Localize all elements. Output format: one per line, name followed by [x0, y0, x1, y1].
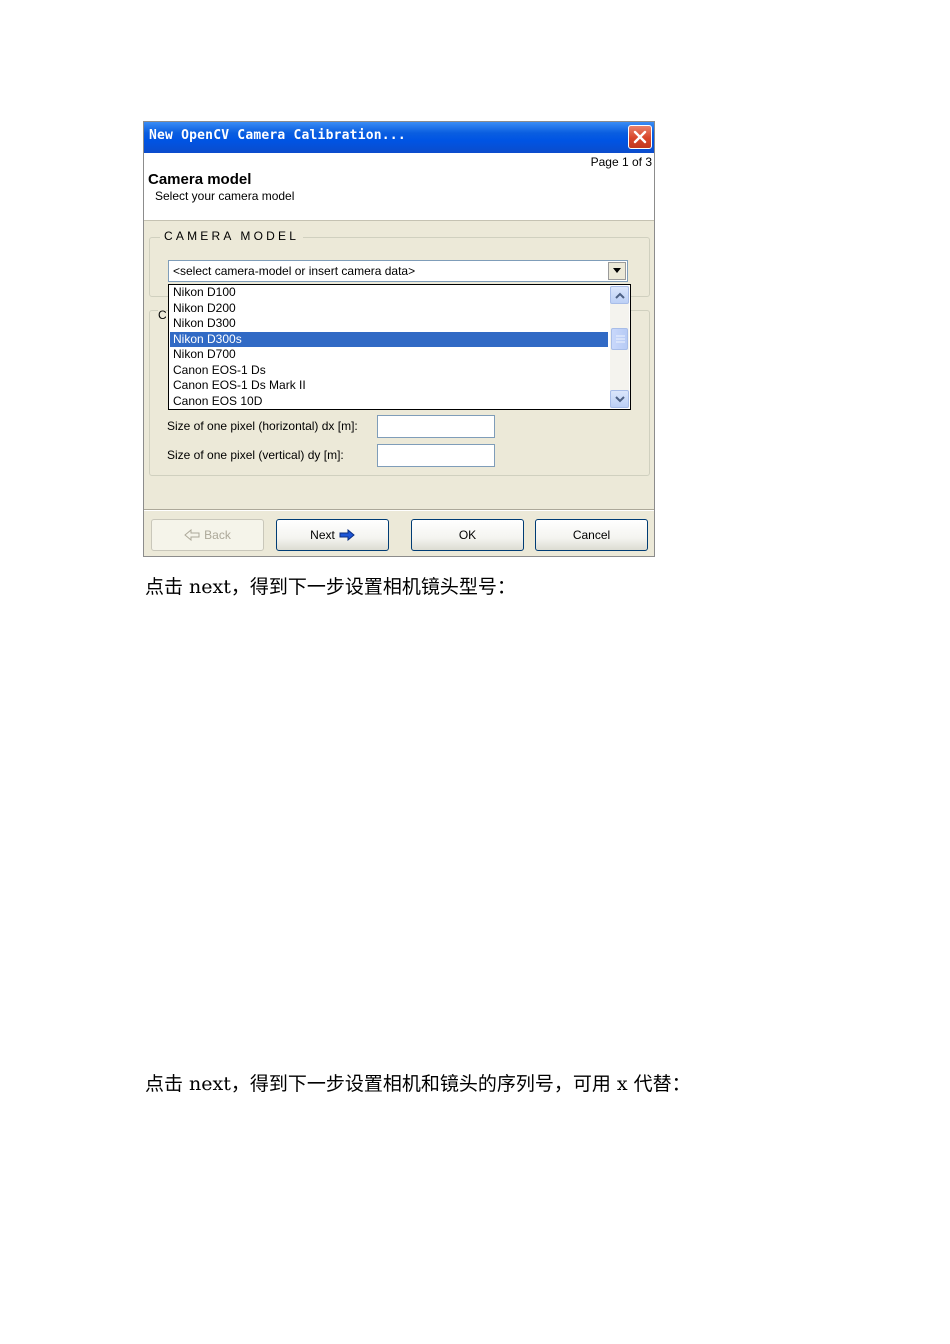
back-button[interactable]: Back	[151, 519, 264, 551]
dropdown-arrow-button[interactable]	[608, 262, 626, 280]
camera-data-group-label: C	[158, 308, 166, 322]
dropdown-item[interactable]: Canon EOS 10D	[170, 394, 608, 409]
pixel-horizontal-label: Size of one pixel (horizontal) dx [m]:	[167, 419, 358, 433]
back-button-label: Back	[204, 528, 231, 542]
caption-first: 点击 next，得到下一步设置相机镜头型号：	[145, 576, 516, 598]
dropdown-item[interactable]: Nikon D300	[170, 316, 608, 331]
ok-button-label: OK	[458, 528, 477, 542]
next-button[interactable]: Next	[276, 519, 389, 551]
dropdown-item[interactable]: Nikon D700	[170, 347, 608, 362]
arrow-left-icon	[184, 529, 200, 541]
close-icon	[633, 130, 647, 144]
cancel-button-label: Cancel	[572, 528, 611, 542]
chevron-down-icon	[613, 268, 621, 273]
page-indicator: Page 1 of 3	[590, 155, 652, 169]
chevron-up-icon	[615, 292, 625, 299]
arrow-right-icon	[339, 529, 355, 541]
pixel-horizontal-input[interactable]	[377, 415, 495, 438]
scroll-down-button[interactable]	[610, 390, 629, 408]
pixel-vertical-input[interactable]	[377, 444, 495, 467]
cancel-button[interactable]: Cancel	[535, 519, 648, 551]
dropdown-item-selected[interactable]: Nikon D300s	[170, 331, 608, 347]
camera-model-select-value: <select camera-model or insert camera da…	[173, 264, 416, 278]
dropdown-scrollbar[interactable]	[610, 286, 629, 408]
dropdown-item[interactable]: Nikon D100	[170, 285, 608, 300]
camera-model-select[interactable]: <select camera-model or insert camera da…	[168, 260, 628, 282]
wizard-header: Page 1 of 3 Camera model Select your cam…	[144, 153, 654, 221]
dialog-title: New OpenCV Camera Calibration...	[149, 128, 406, 143]
camera-model-dropdown-list: Nikon D100 Nikon D200 Nikon D300 Nikon D…	[168, 284, 631, 410]
scroll-thumb[interactable]	[611, 328, 628, 350]
dropdown-item[interactable]: Canon EOS-1 Ds	[170, 363, 608, 378]
scroll-up-button[interactable]	[610, 286, 629, 304]
caption-second: 点击 next，得到下一步设置相机和镜头的序列号，可用 x 代替：	[145, 1073, 691, 1095]
calibration-dialog: New OpenCV Camera Calibration... Page 1 …	[143, 121, 655, 557]
pixel-vertical-label: Size of one pixel (vertical) dy [m]:	[167, 448, 344, 462]
camera-model-group-label: CAMERA MODEL	[160, 229, 304, 243]
grip-icon	[616, 335, 625, 343]
dropdown-item[interactable]: Nikon D200	[170, 301, 608, 316]
chevron-down-icon	[615, 396, 625, 403]
next-button-label: Next	[310, 528, 335, 542]
page-title: Camera model	[148, 171, 252, 188]
dialog-titlebar[interactable]: New OpenCV Camera Calibration...	[144, 122, 654, 153]
ok-button[interactable]: OK	[411, 519, 524, 551]
page-subtitle: Select your camera model	[155, 189, 295, 203]
close-button[interactable]	[628, 125, 652, 149]
dropdown-item[interactable]: Canon EOS-1 Ds Mark II	[170, 378, 608, 393]
button-separator	[144, 509, 654, 511]
